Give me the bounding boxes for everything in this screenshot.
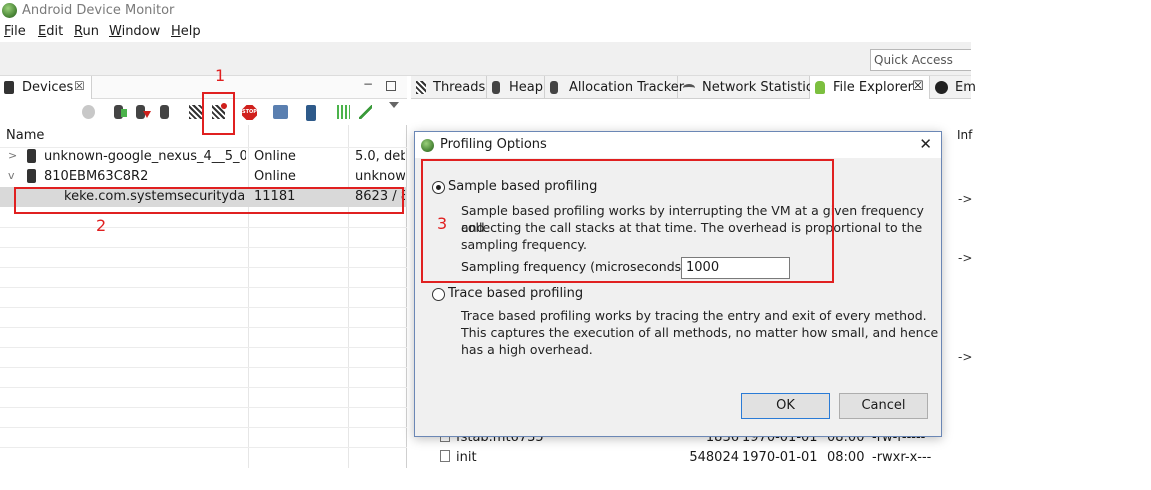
view-menu-icon[interactable] xyxy=(389,102,399,108)
file-name: init xyxy=(456,450,477,465)
device-row[interactable]: > unknown-google_nexus_4__5_0_0_ Online … xyxy=(0,147,407,167)
tab-devices-label: Devices xyxy=(22,80,74,95)
window-title: Android Device Monitor xyxy=(22,3,175,18)
menu-bar: File Edit Run Window Help xyxy=(0,22,971,42)
android-icon xyxy=(815,81,825,94)
menu-file[interactable]: File xyxy=(4,24,26,39)
menu-run[interactable]: Run xyxy=(74,24,99,39)
trace-desc: Trace based profiling works by tracing t… xyxy=(461,308,927,323)
file-icon xyxy=(440,450,450,462)
close-icon[interactable]: ✕ xyxy=(919,135,932,153)
device-name: 810EBM63C8R2 xyxy=(44,169,149,184)
phone-icon xyxy=(4,81,14,94)
stop-process-icon[interactable]: STOP xyxy=(242,105,257,120)
annotation-number-3: 3 xyxy=(437,214,448,233)
tab-threads[interactable]: Threads xyxy=(411,76,487,99)
device-row[interactable]: v 810EBM63C8R2 Online unknowr xyxy=(0,167,407,187)
annotation-box-2 xyxy=(14,187,404,214)
update-heap-icon[interactable] xyxy=(114,105,127,119)
tab-network-statistics[interactable]: Network Statistics xyxy=(678,76,820,99)
app-icon xyxy=(421,139,434,152)
quick-access-input[interactable]: Quick Access xyxy=(870,49,971,71)
file-time: 08:00 xyxy=(827,450,865,465)
main-toolbar: Quick Access xyxy=(0,42,971,76)
wifi-icon xyxy=(683,84,695,92)
trace-desc: has a high overhead. xyxy=(461,342,593,357)
dump-hprof-icon[interactable] xyxy=(136,105,151,119)
annotation-number-2: 2 xyxy=(96,216,107,235)
file-row[interactable]: init 548024 1970-01-01 08:00 -rwxr-x--- xyxy=(411,448,971,468)
annotation-box-3 xyxy=(421,159,834,283)
debug-icon[interactable] xyxy=(82,105,95,119)
collapse-icon[interactable]: v xyxy=(8,169,15,182)
trace-profiling-radio[interactable] xyxy=(432,288,445,301)
device-status: Online xyxy=(254,149,296,164)
allocation-icon xyxy=(550,81,558,94)
ok-button[interactable]: OK xyxy=(741,393,830,419)
tab-file-explorer[interactable]: File Explorer ☒ xyxy=(810,76,930,99)
column-name-header[interactable]: Name xyxy=(6,128,44,143)
trace-profiling-label[interactable]: Trace based profiling xyxy=(448,286,583,301)
expand-icon[interactable]: > xyxy=(8,149,17,162)
title-bar: Android Device Monitor xyxy=(0,0,971,22)
link-arrow: -> xyxy=(958,192,973,206)
devices-table: Name > unknown-google_nexus_4__5_0_0_ On… xyxy=(0,125,407,468)
threads-icon xyxy=(416,81,426,94)
link-arrow: -> xyxy=(958,350,973,364)
dump-view-hierarchy-icon[interactable] xyxy=(306,105,316,121)
info-column-header: Inf xyxy=(957,128,973,142)
cause-gc-icon[interactable] xyxy=(160,105,169,119)
cancel-button[interactable]: Cancel xyxy=(839,393,928,419)
phone-icon xyxy=(27,149,36,163)
tab-allocation-tracker[interactable]: Allocation Tracker xyxy=(545,76,684,99)
screen-capture-icon[interactable] xyxy=(273,105,288,119)
close-icon[interactable]: ☒ xyxy=(74,79,85,93)
dialog-title: Profiling Options xyxy=(440,137,547,152)
device-status: Online xyxy=(254,169,296,184)
tab-heap[interactable]: Heap xyxy=(487,76,545,99)
close-icon[interactable]: ☒ xyxy=(912,79,924,94)
tab-emulator-control[interactable]: Em xyxy=(930,76,976,99)
emulator-icon xyxy=(935,81,948,94)
link-arrow: -> xyxy=(958,251,973,265)
device-name: unknown-google_nexus_4__5_0_0_ xyxy=(44,149,246,164)
device-info: 5.0, debu xyxy=(355,149,405,164)
device-info: unknowr xyxy=(355,169,405,184)
minimize-button[interactable]: − xyxy=(363,77,373,91)
update-threads-icon[interactable] xyxy=(189,105,202,119)
tab-devices[interactable]: Devices ☒ xyxy=(0,76,92,99)
file-size: 548024 xyxy=(689,450,739,465)
menu-window[interactable]: Window xyxy=(109,24,160,39)
trace-desc: This captures the execution of all metho… xyxy=(461,325,939,340)
file-permissions: -rwxr-x--- xyxy=(872,450,932,465)
view-tab-row: Threads Heap Allocation Tracker Network … xyxy=(411,76,976,99)
dialog-title-bar: Profiling Options ✕ xyxy=(415,132,941,158)
heap-icon xyxy=(492,81,500,94)
maximize-button[interactable] xyxy=(386,81,396,91)
menu-help[interactable]: Help xyxy=(171,24,201,39)
systrace-icon[interactable] xyxy=(337,105,350,119)
menu-edit[interactable]: Edit xyxy=(38,24,63,39)
phone-icon xyxy=(27,169,36,183)
annotation-box-1 xyxy=(202,92,235,135)
file-date: 1970-01-01 xyxy=(742,450,818,465)
opengl-trace-icon[interactable] xyxy=(359,105,372,119)
app-icon xyxy=(2,3,17,18)
annotation-number-1: 1 xyxy=(215,66,226,85)
